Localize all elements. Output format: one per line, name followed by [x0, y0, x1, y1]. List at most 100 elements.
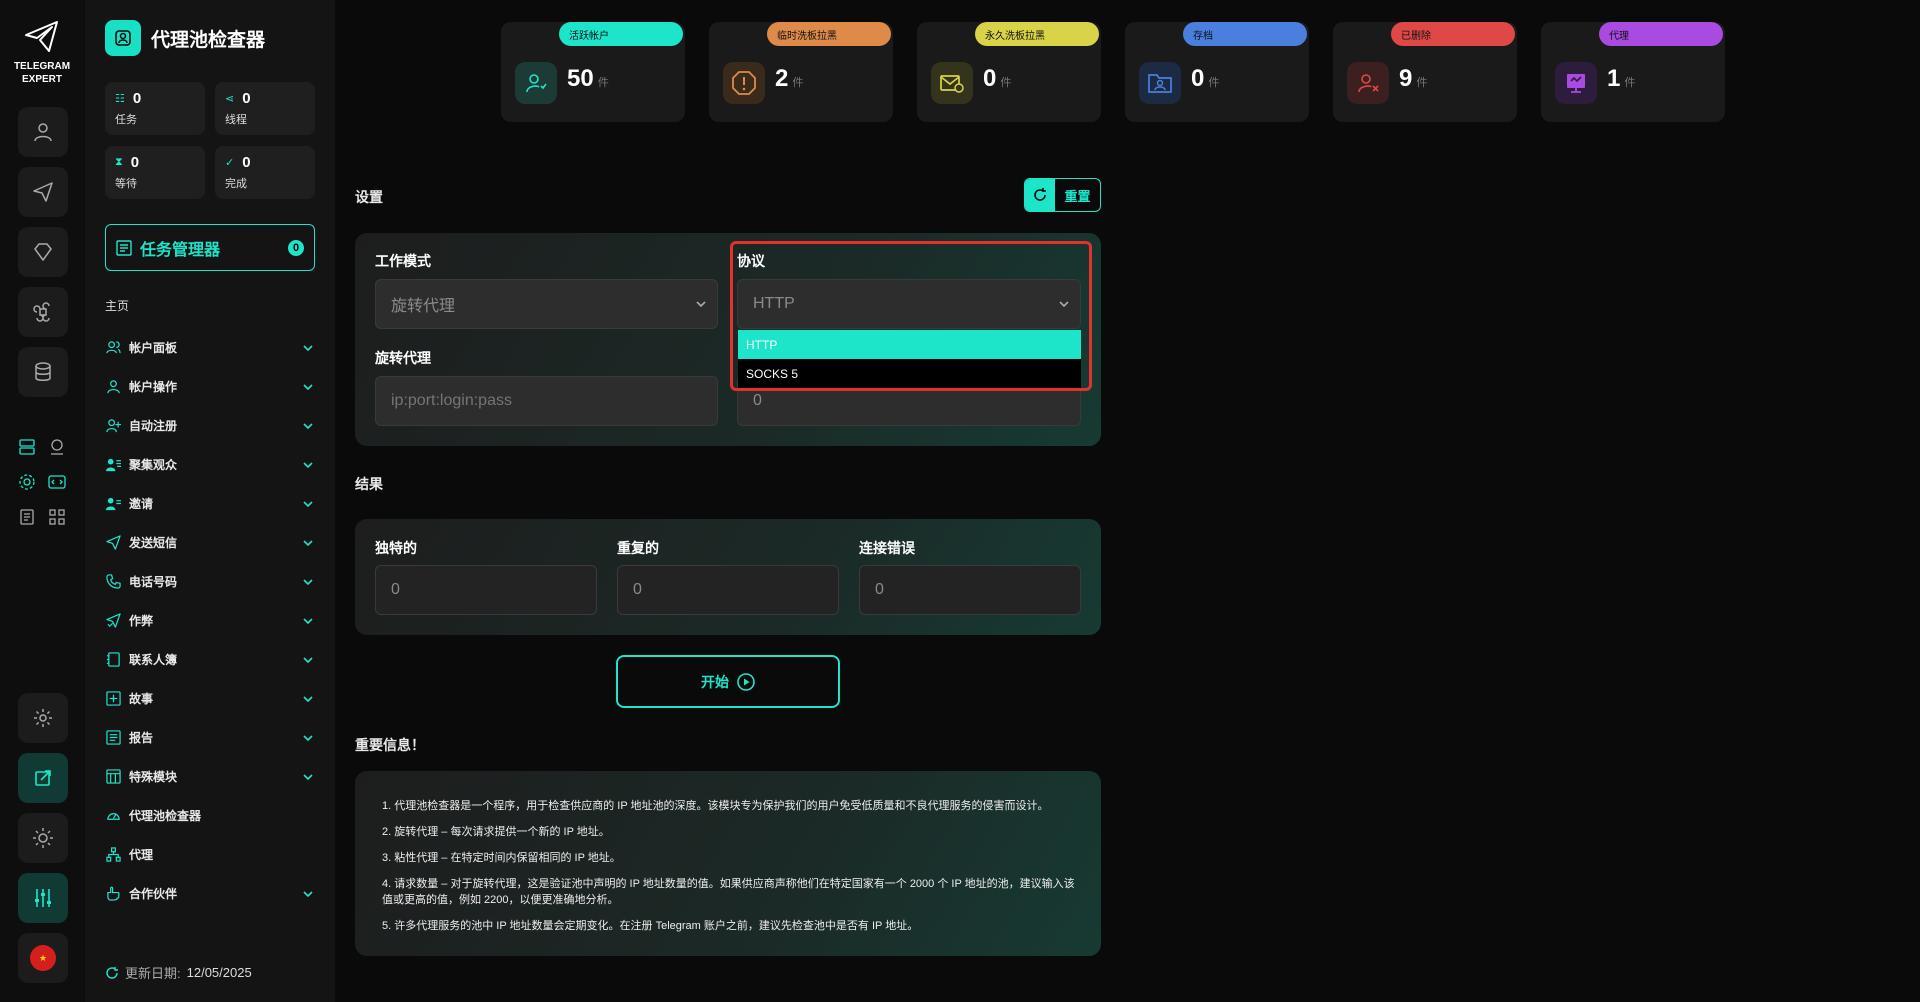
sidebar-item-cheat[interactable]: 作弊	[105, 601, 315, 640]
module-icon	[105, 769, 121, 785]
rotating-proxy-input[interactable]	[375, 376, 718, 426]
chevron-down-icon	[696, 301, 706, 308]
users-icon	[105, 340, 121, 356]
counter-perm-banned[interactable]: 永久洗板拉黑 0件	[917, 22, 1101, 122]
chevron-down-icon	[303, 539, 313, 546]
rail-command-button[interactable]	[18, 287, 68, 337]
phone-icon	[105, 574, 121, 590]
mail-block-icon	[931, 62, 973, 104]
sidebar-item-phone-numbers[interactable]: 电话号码	[105, 562, 315, 601]
code-window-icon[interactable]	[46, 471, 68, 493]
page-title: 代理池检查器	[151, 29, 266, 51]
sidebar-item-label: 报告	[129, 731, 154, 745]
hand-icon	[105, 886, 121, 902]
counter-proxy[interactable]: 代理 1件	[1541, 22, 1725, 122]
rail-theme-button[interactable]	[18, 813, 68, 863]
task-manager-count-badge: 0	[288, 239, 304, 256]
counter-unit: 件	[597, 77, 609, 89]
sidebar-item-partners[interactable]: 合作伙伴	[105, 874, 315, 913]
start-button[interactable]: 开始	[616, 655, 840, 708]
network-icon	[105, 847, 121, 863]
counter-unit: 件	[1208, 77, 1220, 89]
counter-value: 50	[567, 65, 594, 92]
brand: 代理池检查器	[105, 20, 265, 56]
reset-button[interactable]: 重置	[1024, 178, 1101, 212]
app-window: TELEGRAM EXPERT ★ 代理池检查器 ☷ 0 任务 ⋖ 0 线程 ⧗…	[0, 0, 1920, 1002]
sidebar-item-account-actions[interactable]: 帐户操作	[105, 367, 315, 406]
sidebar-item-label: 自动注册	[129, 419, 178, 433]
rotating-proxy-label: 旋转代理	[375, 350, 431, 366]
sidebar-item-label: 帐户操作	[129, 380, 178, 394]
logo-text-line1: TELEGRAM	[13, 61, 71, 72]
start-label: 开始	[701, 673, 729, 690]
logo: TELEGRAM EXPERT	[12, 20, 72, 86]
sidebar-item-label: 聚集观众	[129, 458, 178, 472]
chevron-down-icon	[303, 734, 313, 741]
sidebar-item-reports[interactable]: 报告	[105, 718, 315, 757]
user-icon	[34, 123, 52, 142]
sidebar-item-account-panel[interactable]: 帐户面板	[105, 328, 315, 367]
server-icon[interactable]	[16, 436, 38, 458]
user-list-icon	[105, 457, 121, 473]
stat-label: 任务	[115, 114, 137, 126]
command-icon	[33, 302, 50, 322]
counter-temp-banned[interactable]: 临时洗板拉黑 2件	[709, 22, 893, 122]
external-link-icon	[35, 770, 51, 786]
rail-profile-button[interactable]	[18, 107, 68, 157]
update-info: 更新日期: 12/05/2025	[105, 963, 252, 982]
rail-send-button[interactable]	[18, 167, 68, 217]
gauge-icon	[105, 808, 121, 824]
sidebar-item-label: 特殊模块	[129, 770, 178, 784]
sidebar-item-special-modules[interactable]: 特殊模块	[105, 757, 315, 796]
reset-icon	[1025, 179, 1055, 211]
stat-value: 0	[132, 90, 142, 107]
work-mode-value: 旋转代理	[391, 298, 456, 315]
rail-settings-button[interactable]	[18, 693, 68, 743]
connection-error-label: 连接错误	[859, 540, 915, 556]
settings-gear-icon[interactable]	[16, 471, 38, 493]
sidebar-item-proxy[interactable]: 代理	[105, 835, 315, 874]
counter-label: 活跃帐户	[559, 22, 683, 46]
sidebar-item-label: 故事	[129, 692, 154, 706]
sidebar-item-auto-register[interactable]: 自动注册	[105, 406, 315, 445]
sidebar-item-send-sms[interactable]: 发送短信	[105, 523, 315, 562]
proxy-monitor-icon	[1555, 62, 1597, 104]
counter-active-accounts[interactable]: 活跃帐户 50 件	[501, 22, 685, 122]
contacts-icon	[105, 652, 121, 668]
rail-database-button[interactable]	[18, 347, 68, 397]
rail-external-link-button[interactable]	[18, 753, 68, 803]
counter-deleted[interactable]: 已删除 9件	[1333, 22, 1517, 122]
document-icon[interactable]	[16, 506, 38, 528]
duplicate-output: 0	[617, 565, 839, 615]
counter-label: 已删除	[1391, 22, 1515, 46]
user-heart-icon	[515, 62, 557, 104]
counter-archive[interactable]: 存档 0件	[1125, 22, 1309, 122]
rail-sliders-button[interactable]	[18, 873, 68, 923]
stat-done: ✓ 0 完成	[215, 146, 315, 199]
rail-diamond-button[interactable]	[18, 227, 68, 277]
work-mode-select[interactable]: 旋转代理	[375, 279, 718, 329]
invite-icon	[105, 496, 121, 512]
info-item: 3. 粘性代理 – 在特定时间内保留相同的 IP 地址。	[382, 852, 621, 864]
sidebar: 代理池检查器 ☷ 0 任务 ⋖ 0 线程 ⧗ 0 等待 ✓ 0 完成 任务管理器 0 主…	[85, 0, 335, 1002]
unique-output: 0	[375, 565, 597, 615]
chevron-down-icon	[303, 695, 313, 702]
settings-title: 设置	[355, 189, 383, 205]
sidebar-item-gather-audience[interactable]: 聚集观众	[105, 445, 315, 484]
warning-icon	[723, 62, 765, 104]
apps-icon[interactable]	[46, 506, 68, 528]
stat-value: 0	[242, 154, 251, 171]
stat-label: 等待	[115, 178, 137, 190]
sidebar-item-invite[interactable]: 邀请	[105, 484, 315, 523]
sidebar-item-proxy-pool-checker[interactable]: 代理池检查器	[105, 796, 315, 835]
sidebar-item-label: 帐户面板	[129, 341, 178, 355]
rail-language-button[interactable]: ★	[18, 933, 68, 983]
sidebar-item-stories[interactable]: 故事	[105, 679, 315, 718]
counter-label: 存档	[1183, 22, 1307, 46]
chevron-down-icon	[303, 773, 313, 780]
counter-label: 永久洗板拉黑	[975, 22, 1099, 46]
sidebar-item-contacts[interactable]: 联系人簿	[105, 640, 315, 679]
location-user-icon[interactable]	[46, 436, 68, 458]
stat-threads: ⋖ 0 线程	[215, 82, 315, 135]
task-manager-button[interactable]: 任务管理器 0	[105, 224, 315, 271]
